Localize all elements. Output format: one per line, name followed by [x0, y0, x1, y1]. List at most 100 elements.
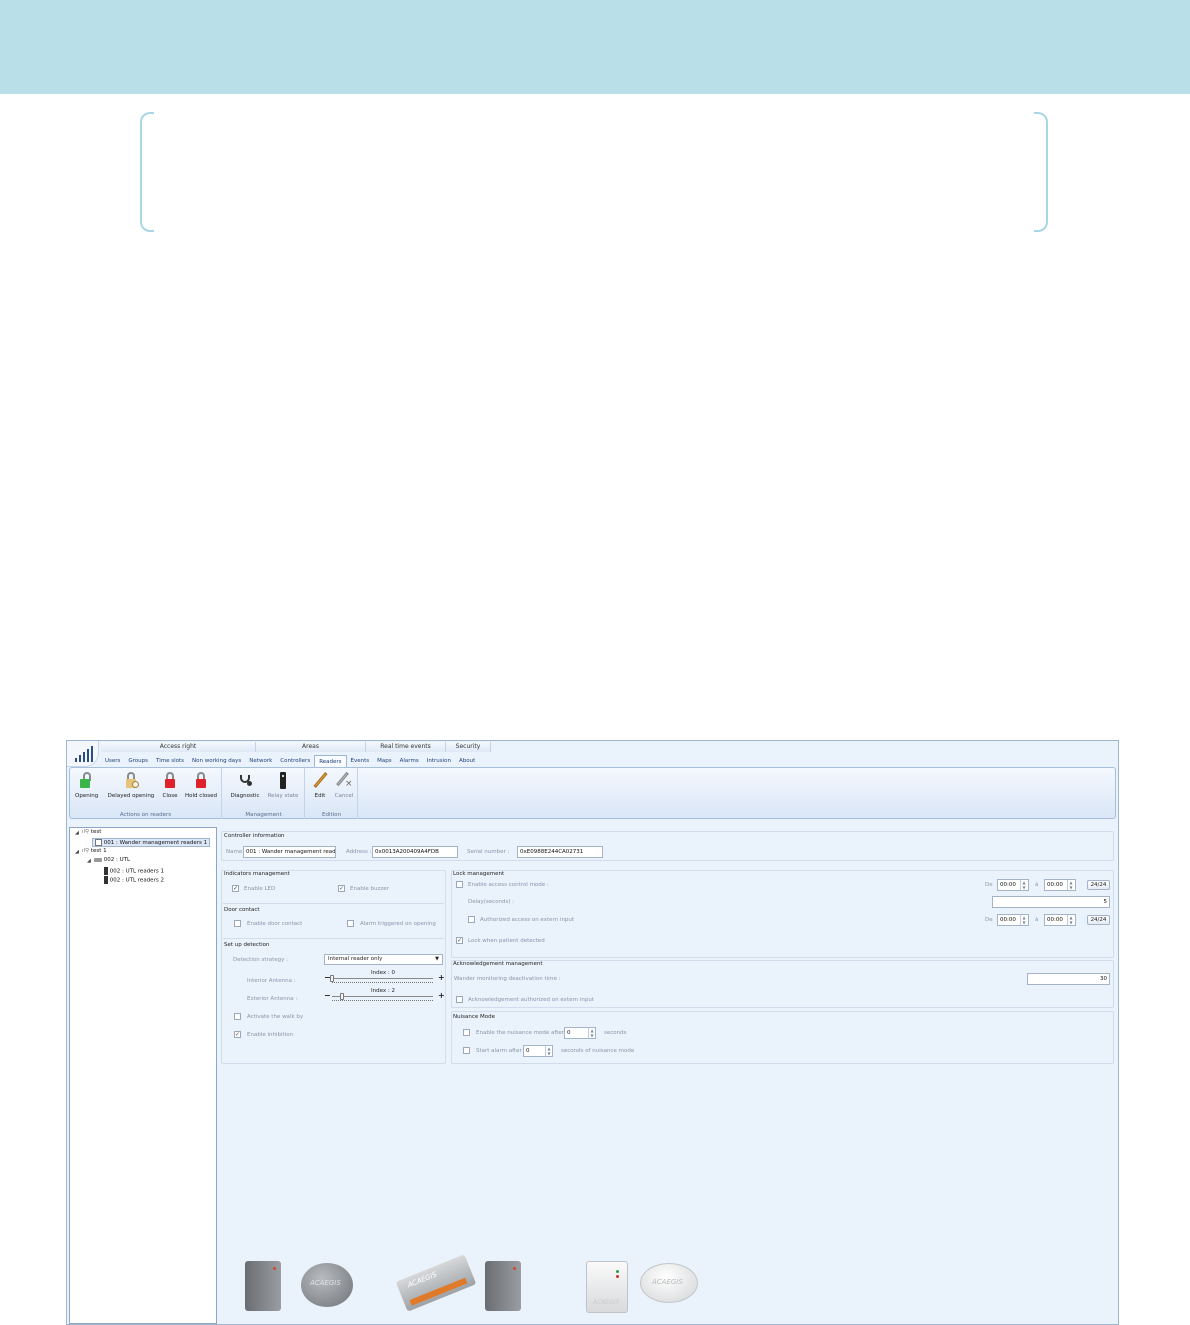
- tree-node-test[interactable]: ıl⚲ test: [82, 829, 101, 835]
- enable-access-control-checkbox[interactable]: [456, 881, 463, 888]
- hold-closed-button[interactable]: Hold closed: [184, 771, 218, 799]
- nuisance-delay-spinner-icon[interactable]: ▲ ▼: [588, 1028, 595, 1038]
- ack-extern-checkbox[interactable]: [456, 996, 463, 1003]
- start-alarm-checkbox[interactable]: [463, 1047, 470, 1054]
- enable-nuisance-checkbox[interactable]: [463, 1029, 470, 1036]
- tab-maps[interactable]: Maps: [373, 755, 395, 767]
- interior-increase-icon[interactable]: +: [438, 973, 445, 982]
- wander-deactivation-field[interactable]: 30: [1027, 973, 1110, 985]
- group-label-edition: Edition: [321, 812, 342, 818]
- indicators-title: Indicators management: [224, 871, 290, 877]
- inhibition-checkbox[interactable]: ✓: [234, 1031, 241, 1038]
- tab-controllers[interactable]: Controllers: [276, 755, 314, 767]
- exterior-slider-track[interactable]: [332, 996, 433, 997]
- delayed-opening-button[interactable]: Delayed opening: [105, 771, 157, 799]
- time-from-spinner-icon[interactable]: ▲ ▼: [1020, 880, 1027, 890]
- exterior-slider-thumb[interactable]: [340, 993, 344, 1000]
- time-to-spinner-icon[interactable]: ▲ ▼: [1067, 915, 1074, 925]
- tree-node-test-1[interactable]: ıl⚲ test 1: [82, 848, 107, 854]
- full-day-button[interactable]: 24/24: [1087, 915, 1110, 925]
- detection-strategy-select[interactable]: Internal reader only ▼: [324, 954, 443, 965]
- from-label: De: [985, 917, 993, 923]
- app-logo[interactable]: [67, 741, 99, 767]
- device-logo: ACAEGIS: [652, 1278, 683, 1286]
- tab-users[interactable]: Users: [101, 755, 124, 767]
- address-field[interactable]: 0x0013A200409A4FDB: [372, 846, 458, 858]
- walk-by-label: Activate the walk by: [247, 1014, 304, 1020]
- tree-node-wander-reader[interactable]: 001 : Wander management readers 1: [92, 838, 211, 847]
- tab-alarms[interactable]: Alarms: [396, 755, 423, 767]
- time-from-spinner-icon[interactable]: ▲ ▼: [1020, 915, 1027, 925]
- interior-slider-track[interactable]: [332, 978, 433, 979]
- alarm-triggered-checkbox[interactable]: [347, 920, 354, 927]
- exterior-decrease-icon[interactable]: −: [324, 991, 331, 1000]
- close-button[interactable]: Close: [161, 771, 179, 799]
- relay-state-button[interactable]: Relay state: [267, 771, 299, 799]
- enable-door-contact-checkbox[interactable]: [234, 920, 241, 927]
- pencil-icon: [312, 771, 328, 789]
- enable-buzzer-checkbox[interactable]: ✓: [338, 885, 345, 892]
- tree-node-utl-reader-2[interactable]: 002 : UTL readers 2: [104, 876, 164, 884]
- collapse-arrow-icon[interactable]: ◢: [75, 849, 79, 855]
- opening-button[interactable]: Opening: [75, 771, 98, 799]
- collapse-arrow-icon[interactable]: ◢: [87, 858, 91, 864]
- tab-about[interactable]: About: [455, 755, 479, 767]
- wall-unit-device-image: ACAEGIS: [586, 1261, 628, 1313]
- nuisance-title: Nuisance Mode: [453, 1014, 495, 1020]
- module-real-time-events[interactable]: Real time events: [366, 742, 446, 752]
- tab-network[interactable]: Network: [245, 755, 276, 767]
- stethoscope-icon: [237, 771, 253, 789]
- module-security[interactable]: Security: [446, 742, 491, 752]
- time-to-spinner-icon[interactable]: ▲ ▼: [1067, 880, 1074, 890]
- enable-nuisance-label: Enable the nuisance mode after: [476, 1030, 564, 1036]
- door-contact-divider: [223, 903, 444, 904]
- lock-patient-checkbox[interactable]: ✓: [456, 937, 463, 944]
- door-contact-title: Door contact: [224, 907, 260, 913]
- tree-node-utl-reader-1[interactable]: 002 : UTL readers 1: [104, 867, 164, 875]
- controller-info-section: [221, 831, 1114, 861]
- group-label-management: Management: [245, 812, 282, 818]
- lock-management-title: Lock management: [453, 871, 505, 877]
- tree-node-label: 002 : UTL readers 2: [109, 877, 164, 884]
- serial-number-field[interactable]: 0xE0988E244CA02731: [517, 846, 603, 858]
- collapse-arrow-icon[interactable]: ◢: [75, 830, 79, 836]
- cancel-button[interactable]: × Cancel: [333, 771, 355, 799]
- dropdown-arrow-icon: ▼: [435, 956, 439, 962]
- enable-led-checkbox[interactable]: ✓: [232, 885, 239, 892]
- edit-button[interactable]: Edit: [310, 771, 330, 799]
- diagnostic-button[interactable]: Diagnostic: [229, 771, 261, 799]
- authorized-extern-label: Authorized access on extern input: [480, 917, 575, 923]
- close-label: Close: [162, 793, 178, 799]
- tree-node-label: 002 : UTL readers 1: [109, 868, 164, 875]
- tree-node-label: 002 : UTL: [103, 857, 131, 863]
- delay-label: Delay(seconds) :: [468, 899, 515, 905]
- tab-intrusion[interactable]: Intrusion: [423, 755, 455, 767]
- tab-groups[interactable]: Groups: [124, 755, 152, 767]
- to-label: à: [1035, 917, 1039, 923]
- interior-slider-thumb[interactable]: [330, 975, 334, 982]
- delayed-opening-label: Delayed opening: [107, 793, 155, 799]
- enable-led-label: Enable LED: [244, 886, 276, 892]
- delay-field[interactable]: 5: [992, 896, 1110, 908]
- tab-non-working-days[interactable]: Non working days: [188, 755, 245, 767]
- cancel-edit-icon: ×: [336, 771, 353, 789]
- full-day-button[interactable]: 24/24: [1087, 880, 1110, 890]
- ribbon-tab-row: Users Groups Time slots Non working days…: [101, 755, 479, 767]
- module-access-right[interactable]: Access right: [101, 742, 256, 752]
- tab-time-slots[interactable]: Time slots: [152, 755, 188, 767]
- module-areas[interactable]: Areas: [256, 742, 366, 752]
- exterior-increase-icon[interactable]: +: [438, 991, 445, 1000]
- tab-events[interactable]: Events: [347, 755, 374, 767]
- tab-readers[interactable]: Readers: [314, 755, 347, 767]
- network-icon: ıl⚲: [82, 848, 90, 854]
- authorized-extern-checkbox[interactable]: [468, 916, 475, 923]
- name-field[interactable]: 001 : Wander management reader: [243, 846, 336, 858]
- delayed-lock-icon: [123, 771, 139, 789]
- detection-strategy-label: Detection strategy :: [233, 957, 289, 963]
- controller-device-image: ACAEGIS: [395, 1254, 477, 1312]
- start-alarm-spinner-icon[interactable]: ▲ ▼: [545, 1046, 552, 1056]
- tree-node-label: test: [90, 829, 102, 835]
- group-actions-on-readers: Opening Delayed opening Close Hold close…: [70, 768, 222, 819]
- tree-node-utl[interactable]: 002 : UTL: [94, 857, 130, 863]
- walk-by-checkbox[interactable]: [234, 1013, 241, 1020]
